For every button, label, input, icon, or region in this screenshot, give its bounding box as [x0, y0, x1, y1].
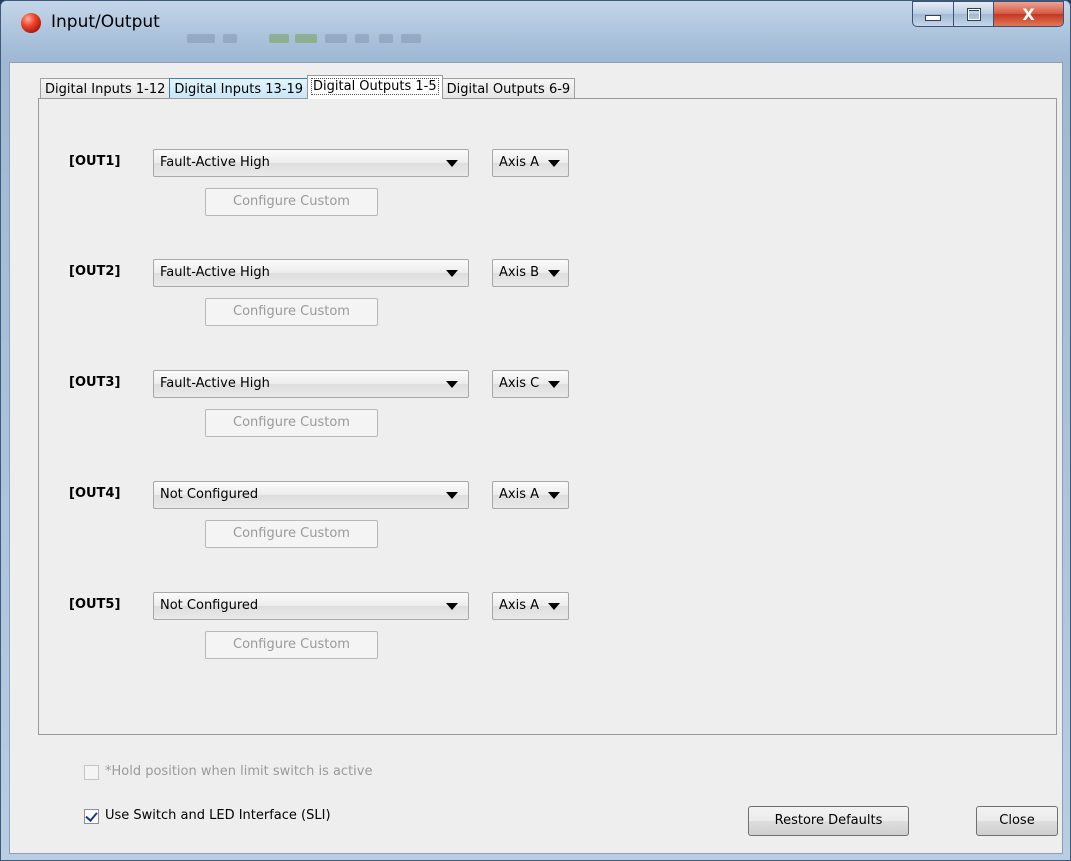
axis-select[interactable]: Axis B: [492, 259, 569, 287]
select-value: Not Configured: [160, 487, 259, 502]
chevron-down-icon: [446, 270, 458, 277]
output-function-select[interactable]: Fault-Active High: [153, 370, 469, 398]
axis-select[interactable]: Axis A: [492, 592, 569, 620]
output-row-out2: [OUT2] Fault-Active High Axis B Configur…: [39, 259, 1039, 339]
background-toolbar-ghost: [379, 34, 393, 43]
axis-select[interactable]: Axis A: [492, 149, 569, 177]
tab-digital-outputs-6-9[interactable]: Digital Outputs 6-9: [441, 78, 576, 99]
output-label: [OUT2]: [69, 264, 121, 279]
close-button[interactable]: Close: [976, 806, 1058, 836]
output-row-out5: [OUT5] Not Configured Axis A Configure C…: [39, 592, 1039, 672]
close-icon: X: [1022, 4, 1035, 24]
output-function-select[interactable]: Fault-Active High: [153, 149, 469, 177]
tab-digital-inputs-13-19[interactable]: Digital Inputs 13-19: [169, 78, 309, 99]
chevron-down-icon: [446, 603, 458, 610]
tab-panel: [OUT1] Fault-Active High Axis A Configur…: [38, 98, 1057, 735]
background-toolbar-ghost: [269, 34, 289, 43]
chevron-down-icon: [548, 492, 560, 499]
axis-select[interactable]: Axis A: [492, 481, 569, 509]
chevron-down-icon: [548, 381, 560, 388]
output-label: [OUT5]: [69, 597, 121, 612]
output-function-select[interactable]: Not Configured: [153, 481, 469, 509]
dialog-client-area: Digital Inputs 1-12 Digital Inputs 13-19…: [9, 62, 1063, 854]
chevron-down-icon: [548, 160, 560, 167]
select-value: Axis A: [499, 487, 539, 502]
select-value: Fault-Active High: [160, 376, 270, 391]
select-value: Fault-Active High: [160, 265, 270, 280]
background-toolbar-ghost: [401, 34, 421, 43]
tab-label: Digital Outputs 1-5: [311, 78, 439, 95]
hold-position-checkbox[interactable]: [84, 765, 99, 780]
configure-custom-button[interactable]: Configure Custom: [205, 409, 378, 437]
chevron-down-icon: [446, 492, 458, 499]
background-toolbar-ghost: [295, 34, 317, 43]
select-value: Axis B: [499, 265, 540, 280]
select-value: Axis C: [499, 376, 540, 391]
chevron-down-icon: [548, 270, 560, 277]
caption-buttons: X: [912, 1, 1064, 27]
axis-select[interactable]: Axis C: [492, 370, 569, 398]
app-icon: [21, 13, 41, 33]
maximize-button[interactable]: [954, 1, 994, 27]
background-toolbar-ghost: [325, 34, 347, 43]
select-value: Axis A: [499, 155, 539, 170]
chevron-down-icon: [446, 160, 458, 167]
configure-custom-button[interactable]: Configure Custom: [205, 298, 378, 326]
output-function-select[interactable]: Not Configured: [153, 592, 469, 620]
tab-strip: Digital Inputs 1-12 Digital Inputs 13-19…: [40, 75, 576, 99]
output-function-select[interactable]: Fault-Active High: [153, 259, 469, 287]
background-toolbar-ghost: [355, 34, 369, 43]
select-value: Not Configured: [160, 598, 259, 613]
close-window-button[interactable]: X: [994, 1, 1064, 27]
output-label: [OUT1]: [69, 154, 121, 169]
maximize-icon: [966, 7, 981, 21]
hold-position-label: *Hold position when limit switch is acti…: [105, 764, 373, 779]
checkmark-icon: [85, 809, 98, 822]
restore-defaults-button[interactable]: Restore Defaults: [748, 806, 909, 836]
select-value: Axis A: [499, 598, 539, 613]
tab-digital-inputs-1-12[interactable]: Digital Inputs 1-12: [40, 78, 171, 99]
title-bar[interactable]: Input/Output X: [1, 1, 1070, 43]
use-sli-checkbox[interactable]: [84, 809, 99, 824]
configure-custom-button[interactable]: Configure Custom: [205, 520, 378, 548]
configure-custom-button[interactable]: Configure Custom: [205, 631, 378, 659]
select-value: Fault-Active High: [160, 155, 270, 170]
output-label: [OUT3]: [69, 375, 121, 390]
configure-custom-button[interactable]: Configure Custom: [205, 188, 378, 216]
minimize-icon: [925, 15, 941, 21]
output-row-out4: [OUT4] Not Configured Axis A Configure C…: [39, 481, 1039, 561]
chevron-down-icon: [548, 603, 560, 610]
minimize-button[interactable]: [912, 1, 954, 27]
background-toolbar-ghost: [223, 34, 237, 43]
chevron-down-icon: [446, 381, 458, 388]
use-sli-label: Use Switch and LED Interface (SLI): [105, 808, 331, 823]
input-output-window: Input/Output X Digital Inputs 1-12 Digit…: [0, 0, 1071, 861]
background-toolbar-ghost: [187, 34, 215, 43]
window-title: Input/Output: [51, 12, 160, 32]
output-label: [OUT4]: [69, 486, 121, 501]
output-row-out3: [OUT3] Fault-Active High Axis C Configur…: [39, 370, 1039, 450]
output-row-out1: [OUT1] Fault-Active High Axis A Configur…: [39, 149, 1039, 229]
tab-digital-outputs-1-5[interactable]: Digital Outputs 1-5: [307, 75, 443, 99]
